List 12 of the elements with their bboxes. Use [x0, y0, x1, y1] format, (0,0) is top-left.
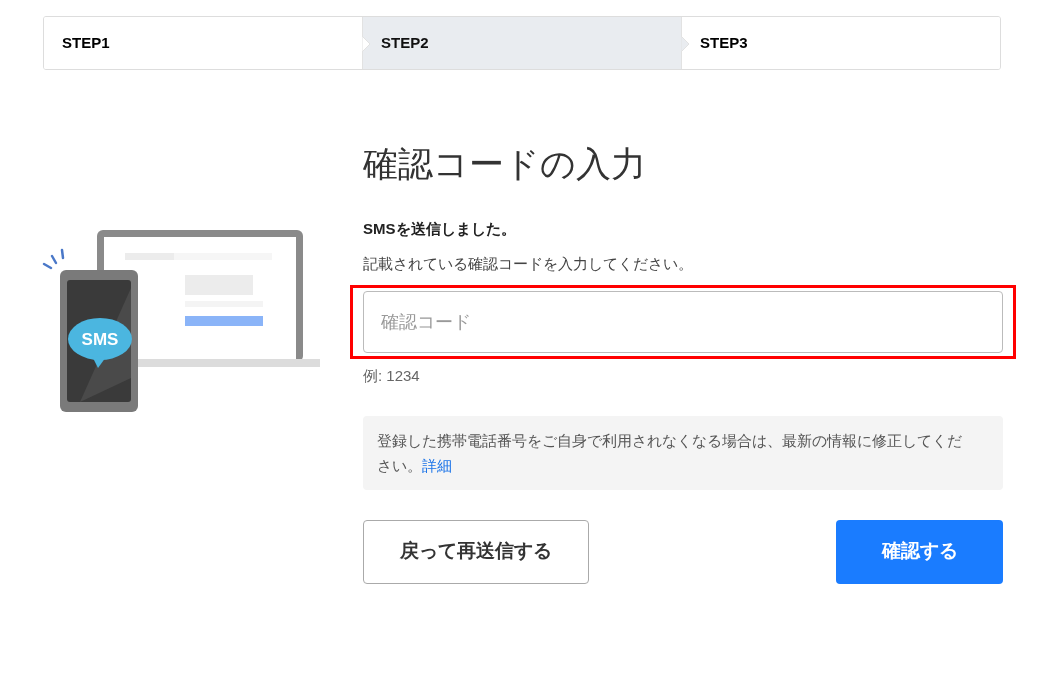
confirm-button[interactable]: 確認する — [836, 519, 1003, 584]
notice-text: 登録した携帯電話番号をご自身で利用されなくなる場合は、最新の情報に修正してください。詳細 — [377, 430, 963, 476]
instruction-text: 記載されている確認コードを入力してください。 — [363, 253, 694, 274]
chevron-icon — [362, 36, 371, 52]
code-input-field[interactable]: 確認コード — [363, 291, 1003, 353]
phone-and-laptop-drawing: SMS — [40, 228, 322, 414]
resend-button[interactable]: 戻って再送信する — [363, 519, 589, 584]
sent-message: SMSを送信しました。 — [363, 219, 517, 239]
page-title: 確認コードの入力 — [363, 143, 647, 185]
details-link[interactable]: 詳細 — [422, 456, 452, 474]
chevron-icon — [681, 36, 690, 52]
example-text: 例: 1234 — [363, 366, 421, 386]
